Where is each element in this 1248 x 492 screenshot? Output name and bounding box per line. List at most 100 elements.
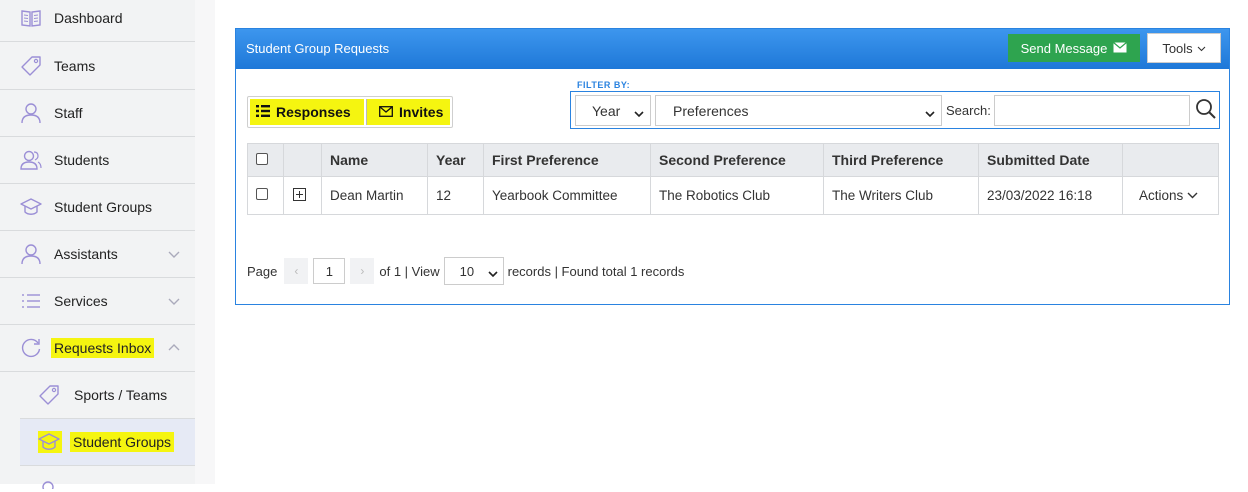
search-input[interactable] bbox=[994, 95, 1190, 126]
header-submitted-date[interactable]: Submitted Date bbox=[978, 143, 1123, 177]
cell-third-preference: The Writers Club bbox=[823, 176, 979, 215]
tag-icon bbox=[38, 384, 60, 406]
sidebar-subitem-sports-teams[interactable]: Sports / Teams bbox=[20, 372, 195, 419]
cell-second-preference: The Robotics Club bbox=[650, 176, 824, 215]
chevron-right-icon: › bbox=[360, 264, 365, 278]
page-label: Page bbox=[247, 263, 278, 279]
user-icon bbox=[20, 102, 42, 124]
requests-panel: Student Group Requests Send Message Tool… bbox=[235, 28, 1230, 305]
sidebar-item-requests-inbox[interactable]: Requests Inbox bbox=[0, 325, 195, 372]
search-label: Search: bbox=[946, 103, 991, 118]
sidebar-item-dashboard[interactable]: Dashboard bbox=[0, 0, 195, 42]
sidebar-gutter bbox=[195, 0, 215, 484]
records-text: records | Found total 1 records bbox=[507, 263, 685, 279]
sidebar-item-label: Student Groups bbox=[54, 199, 153, 215]
cell-name: Dean Martin bbox=[321, 176, 428, 215]
row-actions-dropdown[interactable]: Actions bbox=[1122, 176, 1219, 215]
send-message-label: Send Message bbox=[1020, 40, 1108, 56]
cell-year: 12 bbox=[427, 176, 484, 215]
sidebar-item-label: Teams bbox=[54, 58, 96, 74]
chevron-down-icon bbox=[1197, 41, 1206, 56]
header-first-preference[interactable]: First Preference bbox=[483, 143, 651, 177]
pagination: Page ‹ 1 › of 1 | View 10 records | Foun… bbox=[247, 257, 684, 285]
sidebar-item-label: Services bbox=[54, 293, 108, 309]
select-all-checkbox[interactable] bbox=[256, 153, 268, 165]
search-icon[interactable] bbox=[1195, 98, 1217, 120]
preferences-select[interactable]: Preferences bbox=[655, 95, 942, 126]
send-message-button[interactable]: Send Message bbox=[1008, 34, 1140, 62]
expand-header bbox=[283, 143, 322, 177]
sidebar-item-label: Requests Inbox bbox=[51, 338, 155, 358]
page-size-value: 10 bbox=[459, 263, 475, 279]
view-toggle: Responses Invites bbox=[247, 96, 453, 128]
tools-label: Tools bbox=[1162, 40, 1193, 56]
sidebar-item-assistants[interactable]: Assistants bbox=[0, 231, 195, 278]
chevron-left-icon: ‹ bbox=[294, 264, 299, 278]
page-size-select[interactable]: 10 bbox=[443, 257, 504, 285]
select-all-header bbox=[247, 143, 284, 177]
chevron-down-icon bbox=[488, 267, 498, 282]
tools-dropdown-button[interactable]: Tools bbox=[1147, 33, 1221, 63]
chevron-down-icon[interactable] bbox=[167, 247, 181, 261]
list-icon bbox=[20, 290, 42, 312]
header-year[interactable]: Year bbox=[427, 143, 484, 177]
sidebar-item-staff[interactable]: Staff bbox=[0, 90, 195, 137]
row-expand-cell bbox=[283, 176, 322, 215]
expand-plus-icon[interactable] bbox=[293, 187, 306, 201]
chevron-down-icon bbox=[925, 106, 935, 118]
sidebar-item-label: Dashboard bbox=[54, 10, 123, 26]
responses-label: Responses bbox=[276, 104, 351, 120]
sidebar-item-student-groups[interactable]: Student Groups bbox=[0, 184, 195, 231]
sidebar-item-label: Staff bbox=[54, 105, 83, 121]
actions-label: Actions bbox=[1139, 188, 1184, 203]
filter-by-label: FILTER BY: bbox=[577, 80, 631, 90]
sidebar-item-teams[interactable]: Teams bbox=[0, 43, 195, 90]
invites-tab[interactable]: Invites bbox=[366, 99, 450, 125]
page-of-text: of 1 | View bbox=[379, 263, 440, 279]
sidebar-subitem-label: Sports / Teams bbox=[74, 387, 168, 403]
chevron-down-icon[interactable] bbox=[167, 294, 181, 308]
year-select[interactable]: Year bbox=[575, 95, 651, 126]
users-icon bbox=[20, 149, 42, 171]
list-icon bbox=[256, 104, 270, 120]
next-page-button[interactable]: › bbox=[350, 258, 375, 284]
responses-tab[interactable]: Responses bbox=[250, 99, 364, 125]
graduation-cap-icon bbox=[20, 196, 42, 218]
user-icon bbox=[40, 476, 56, 492]
requests-table: Name Year First Preference Second Prefer… bbox=[247, 143, 1219, 215]
sidebar-subitem-label: Student Groups bbox=[70, 432, 175, 452]
cell-first-preference: Yearbook Committee bbox=[483, 176, 651, 215]
header-third-preference[interactable]: Third Preference bbox=[823, 143, 979, 177]
sidebar-item-services[interactable]: Services bbox=[0, 278, 195, 325]
sidebar: Dashboard Teams Staff Students Student G… bbox=[0, 0, 195, 492]
year-select-value: Year bbox=[592, 102, 621, 119]
sidebar-subitem-student-groups[interactable]: Student Groups bbox=[20, 419, 195, 466]
chevron-down-icon bbox=[1187, 188, 1198, 203]
graduation-cap-icon bbox=[38, 431, 62, 453]
sidebar-item-students[interactable]: Students bbox=[0, 137, 195, 184]
page-number-input[interactable]: 1 bbox=[313, 258, 346, 284]
invites-label: Invites bbox=[399, 104, 444, 120]
row-select-cell bbox=[247, 176, 284, 215]
prev-page-button[interactable]: ‹ bbox=[284, 258, 309, 284]
chevron-up-icon[interactable] bbox=[167, 341, 181, 355]
header-actions bbox=[1122, 143, 1219, 177]
table-row: Dean Martin 12 Yearbook Committee The Ro… bbox=[247, 176, 1219, 215]
row-checkbox[interactable] bbox=[256, 188, 268, 200]
filter-bar: Year Preferences Search: bbox=[570, 91, 1220, 129]
panel-title: Student Group Requests bbox=[246, 41, 390, 56]
table-header-row: Name Year First Preference Second Prefer… bbox=[247, 143, 1219, 177]
chevron-down-icon bbox=[634, 106, 644, 118]
sidebar-item-label: Students bbox=[54, 152, 110, 168]
tag-icon bbox=[20, 55, 42, 77]
header-name[interactable]: Name bbox=[321, 143, 428, 177]
refresh-icon bbox=[20, 337, 42, 359]
panel-header: Student Group Requests Send Message Tool… bbox=[236, 29, 1229, 69]
envelope-icon bbox=[1113, 41, 1128, 56]
book-icon bbox=[20, 7, 42, 29]
cell-submitted-date: 23/03/2022 16:18 bbox=[978, 176, 1123, 215]
envelope-icon bbox=[379, 104, 393, 120]
header-second-preference[interactable]: Second Preference bbox=[650, 143, 824, 177]
preferences-select-value: Preferences bbox=[673, 102, 749, 119]
user-icon bbox=[20, 243, 42, 265]
